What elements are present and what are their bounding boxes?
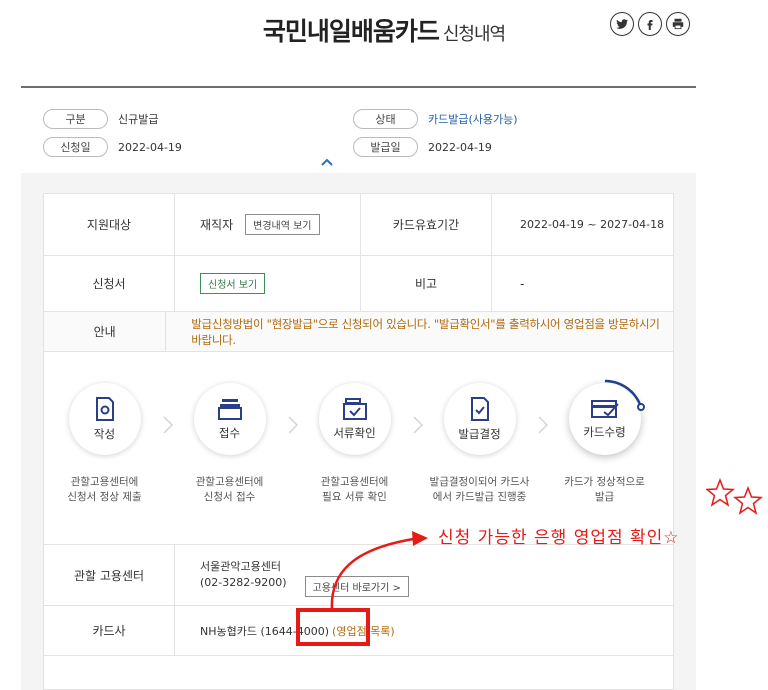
validity-label: 카드유효기간: [392, 218, 460, 232]
row-target: 지원대상 재직자 변경내역 보기 카드유효기간 2022-04-19 ~ 202…: [44, 194, 673, 256]
row-guide: 안내 발급신청방법이 "현장발급"으로 신청되어 있습니다. "발급확인서"를 …: [44, 312, 673, 352]
step-name: 작성: [93, 427, 116, 441]
type-value: 신규발급: [118, 113, 159, 126]
center-label: 관할 고용센터: [73, 568, 145, 583]
step-desc: 관할고용센터에 신청서 정상 제출: [67, 476, 142, 503]
approval-document-icon: [470, 397, 489, 421]
center-phone: (02-3282-9200): [200, 576, 287, 589]
application-summary: 구분 신규발급 상태 카드발급(사용가능) 신청일 2022-04-19 발급일…: [43, 108, 683, 164]
status-value: 카드발급(사용가능): [428, 113, 518, 126]
step-name: 접수: [218, 426, 241, 440]
issue-date-value: 2022-04-19: [428, 140, 492, 154]
chevron-up-icon[interactable]: [320, 155, 334, 169]
step-name: 서류확인: [333, 426, 376, 440]
target-cell: 재직자 변경내역 보기: [175, 214, 360, 235]
summary-issue-date: 발급일 2022-04-19: [353, 136, 663, 158]
type-pill: 구분: [43, 109, 108, 129]
header-divider: [21, 86, 696, 88]
process-steps: 작성 관할고용센터에 신청서 정상 제출 접수 관할고용센터에 신청서 접수 서류확…: [44, 369, 673, 529]
application-cell: 신청서 보기: [175, 273, 360, 294]
change-history-button[interactable]: 변경내역 보기: [245, 214, 320, 235]
inbox-tray-icon: [217, 399, 242, 420]
step-document-check: 서류확인 관할고용센터에 필요 서류 확인: [292, 369, 417, 505]
share-buttons: [610, 12, 690, 36]
step-desc: 관할고용센터에 필요 서류 확인: [320, 476, 389, 503]
step-receive: 접수 관할고용센터에 신청서 접수: [167, 369, 292, 505]
guide-text: 발급신청방법이 "현장발급"으로 신청되어 있습니다. "발급확인서"를 출력하…: [191, 316, 660, 347]
row-employment-center: 관할 고용센터 서울관악고용센터 (02-3282-9200) 고용센터 바로가…: [44, 544, 673, 606]
step-write: 작성 관할고용센터에 신청서 정상 제출: [42, 369, 167, 505]
card-label: 카드사: [92, 624, 126, 638]
stars-icon: [706, 478, 764, 515]
summary-type: 구분 신규발급: [43, 108, 353, 130]
application-label: 신청서: [92, 277, 126, 291]
step-card-receipt: 카드수령 카드가 정상적으로 발급: [542, 369, 667, 505]
view-application-button[interactable]: 신청서 보기: [200, 273, 266, 294]
note-label: 비고: [414, 277, 438, 291]
annotation-text: 신청 가능한 은행 영업점 확인☆: [438, 528, 680, 548]
status-pill: 상태: [353, 109, 418, 129]
step-desc: 카드가 정상적으로 발급: [564, 476, 645, 503]
document-check-icon: [342, 398, 367, 420]
apply-date-pill: 신청일: [43, 137, 108, 157]
twitter-icon[interactable]: [610, 12, 634, 36]
target-value: 재직자: [200, 218, 234, 232]
row-application: 신청서 신청서 보기 비고 -: [44, 256, 673, 312]
summary-apply-date: 신청일 2022-04-19: [43, 136, 353, 158]
step-name: 발급결정: [458, 427, 501, 441]
center-info: 서울관악고용센터 (02-3282-9200): [175, 559, 287, 591]
guide-label: 안내: [93, 325, 116, 339]
step-desc: 관할고용센터에 신청서 접수: [195, 476, 264, 503]
print-icon[interactable]: [666, 12, 690, 36]
facebook-icon[interactable]: [638, 12, 662, 36]
target-label: 지원대상: [86, 218, 132, 232]
page-title: 국민내일배움카드 신청내역: [262, 17, 506, 46]
page-subtitle: 신청내역: [442, 24, 506, 45]
issue-date-pill: 발급일: [353, 137, 418, 157]
validity-value: 2022-04-19 ~ 2027-04-18: [520, 218, 665, 231]
note-value: -: [520, 276, 525, 291]
center-link-button[interactable]: 고용센터 바로가기 >: [304, 575, 409, 597]
document-icon: [95, 397, 114, 421]
step-desc: 발급결정이되어 카드사 에서 카드발급 진행중: [429, 476, 530, 503]
highlight-box: [296, 608, 370, 646]
center-name: 서울관악고용센터: [200, 560, 281, 573]
summary-status: 상태 카드발급(사용가능): [353, 108, 663, 130]
apply-date-value: 2022-04-19: [118, 140, 182, 154]
step-issue-decision: 발급결정 발급결정이되어 카드사 에서 카드발급 진행중: [417, 369, 542, 505]
progress-arc-icon: [604, 379, 645, 411]
